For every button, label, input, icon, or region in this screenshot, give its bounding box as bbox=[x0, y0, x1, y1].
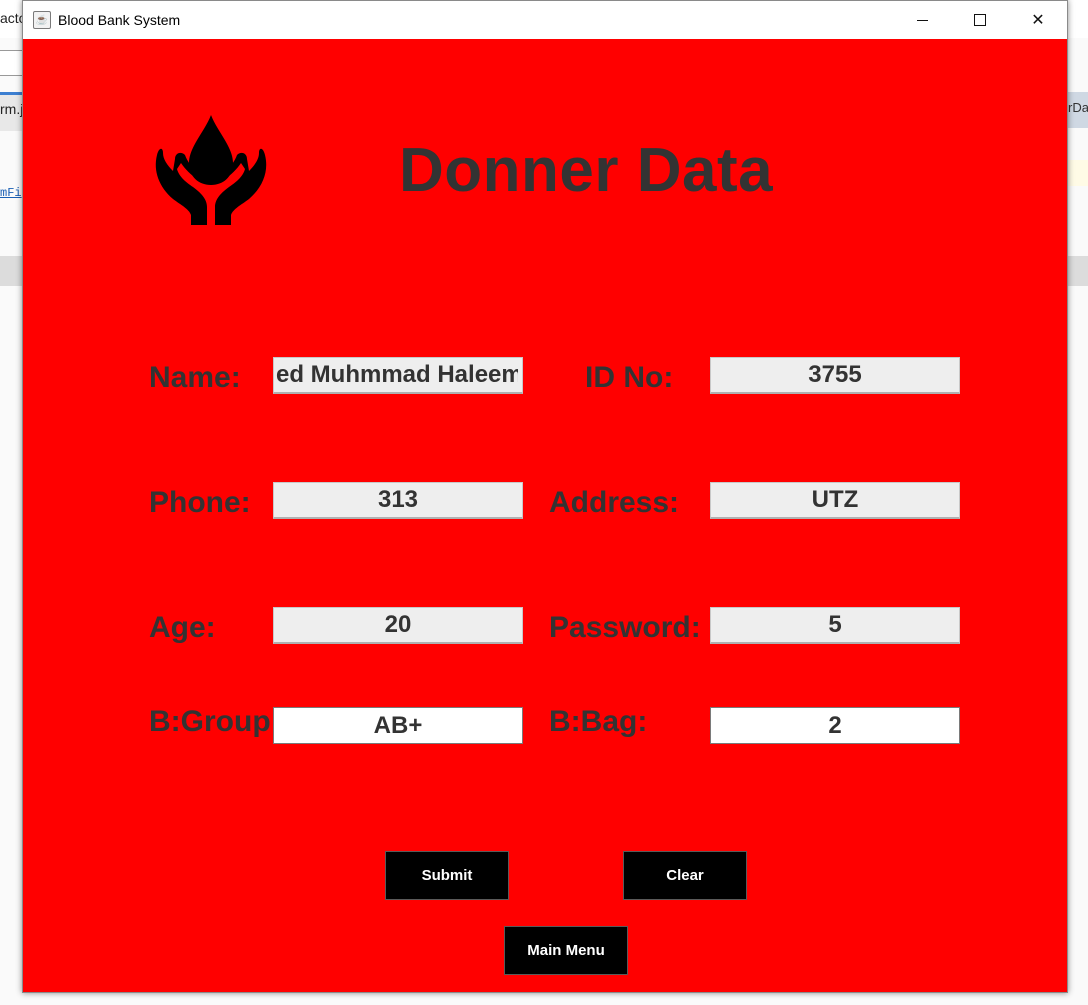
phone-label: Phone: bbox=[149, 486, 251, 519]
password-label: Password: bbox=[549, 611, 701, 644]
blood-bag-label: B:Bag: bbox=[549, 705, 648, 738]
address-label: Address: bbox=[549, 486, 680, 519]
name-label: Name: bbox=[149, 361, 241, 394]
clear-button[interactable]: Clear bbox=[623, 851, 747, 900]
main-menu-button[interactable]: Main Menu bbox=[504, 926, 628, 975]
window-controls: ✕ bbox=[893, 1, 1067, 39]
maximize-icon bbox=[974, 14, 986, 26]
background-highlight-line bbox=[1068, 160, 1088, 186]
address-field[interactable] bbox=[710, 482, 960, 519]
blood-bag-field[interactable] bbox=[710, 707, 960, 744]
password-field[interactable] bbox=[710, 607, 960, 644]
submit-button[interactable]: Submit bbox=[385, 851, 509, 900]
age-label: Age: bbox=[149, 611, 216, 644]
background-right-tab-label: rDa bbox=[1068, 100, 1088, 115]
background-dropdown[interactable] bbox=[0, 50, 23, 76]
id-no-label: ID No: bbox=[585, 361, 674, 394]
age-field[interactable] bbox=[273, 607, 523, 644]
name-field[interactable] bbox=[273, 357, 523, 394]
blood-group-label: B:Group bbox=[149, 705, 271, 738]
background-right-tab[interactable]: rDa bbox=[1068, 92, 1088, 128]
phone-field[interactable] bbox=[273, 482, 523, 519]
java-cup-icon: ☕ bbox=[33, 11, 51, 29]
blood-group-field[interactable] bbox=[273, 707, 523, 744]
minimize-icon bbox=[916, 19, 928, 21]
minimize-button[interactable] bbox=[893, 1, 951, 39]
title-bar[interactable]: ☕ Blood Bank System ✕ bbox=[23, 1, 1067, 39]
background-tab-label: rm.j bbox=[0, 101, 24, 117]
close-icon: ✕ bbox=[1031, 12, 1045, 29]
maximize-button[interactable] bbox=[951, 1, 1009, 39]
blood-drop-hands-icon bbox=[155, 115, 267, 225]
background-code-link: mFi bbox=[0, 186, 22, 200]
blood-bank-window: ☕ Blood Bank System ✕ Donner Data Name: … bbox=[22, 0, 1068, 993]
id-no-field[interactable] bbox=[710, 357, 960, 394]
page-title: Donner Data bbox=[399, 136, 774, 205]
background-editor-tab[interactable]: rm.j bbox=[0, 92, 24, 131]
window-title: Blood Bank System bbox=[58, 12, 181, 28]
donor-form-panel: Donner Data Name: ID No: Phone: Address:… bbox=[23, 39, 1067, 994]
close-button[interactable]: ✕ bbox=[1009, 1, 1067, 39]
